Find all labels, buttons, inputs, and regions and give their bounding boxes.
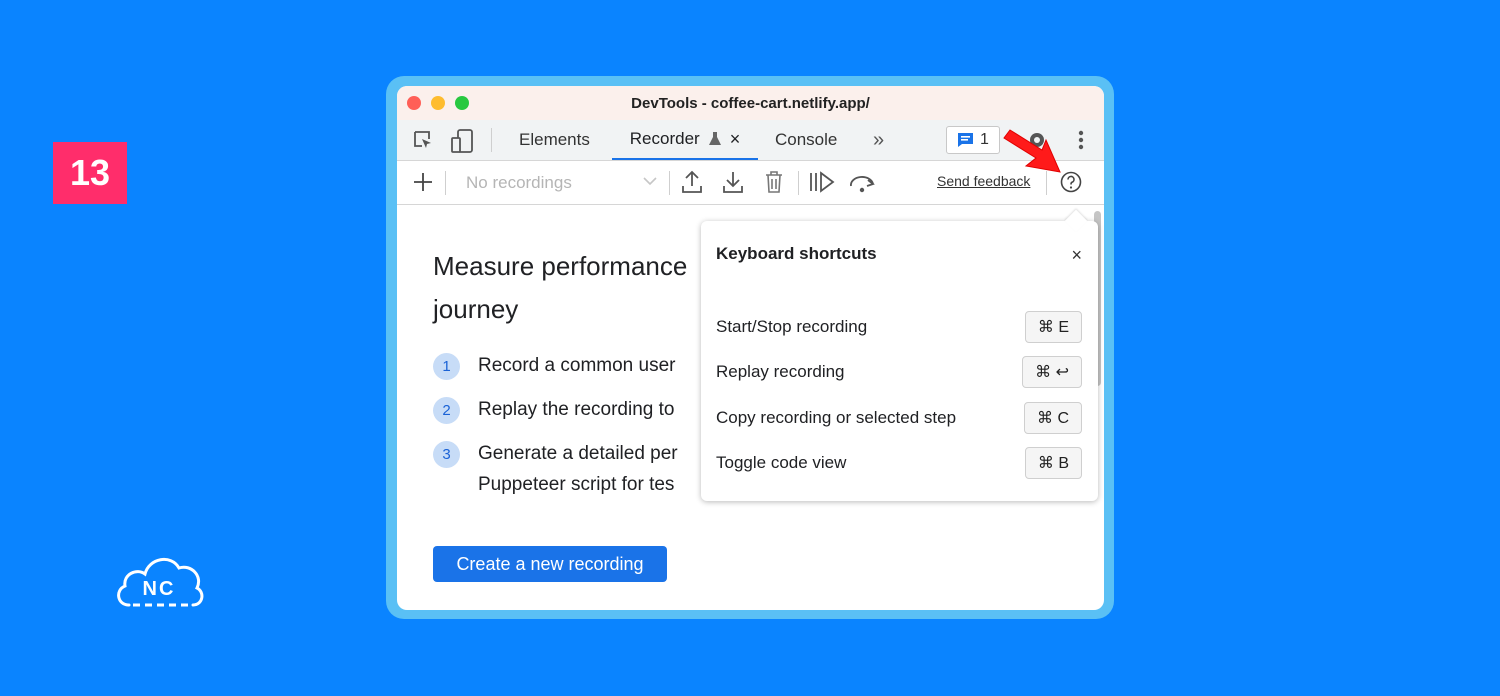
step-text: Generate a detailed per <box>478 443 678 464</box>
tab-elements-label: Elements <box>519 130 590 149</box>
chat-issues-icon <box>958 133 974 147</box>
shortcut-label: Toggle code view <box>716 453 847 472</box>
issues-count: 1 <box>980 131 989 148</box>
step-text: Record a common user <box>478 355 676 376</box>
annotation-arrow-icon <box>1003 129 1061 173</box>
close-window-button[interactable] <box>407 96 421 110</box>
shortcut-row: Copy recording or selected step ⌘ C <box>716 402 1082 434</box>
issues-button[interactable]: 1 <box>946 126 1000 154</box>
shortcut-keys: ⌘ E <box>1024 311 1082 343</box>
step-number: 3 <box>433 441 460 468</box>
maximize-window-button[interactable] <box>455 96 469 110</box>
add-recording-icon[interactable] <box>413 172 433 192</box>
shortcut-row: Toggle code view ⌘ B <box>716 447 1082 479</box>
export-upload-icon[interactable] <box>681 170 703 194</box>
tab-console-label: Console <box>775 130 838 149</box>
minimize-window-button[interactable] <box>431 96 445 110</box>
shortcut-keys: ⌘ B <box>1024 447 1082 479</box>
heading-line-2: journey <box>433 294 519 324</box>
traffic-lights <box>407 96 469 110</box>
tab-elements[interactable]: Elements <box>519 120 590 160</box>
create-recording-button[interactable]: Create a new recording <box>433 546 667 582</box>
replay-play-icon[interactable] <box>809 171 835 193</box>
slide-number-badge: 13 <box>53 142 127 204</box>
close-tab-icon[interactable]: × <box>730 129 741 150</box>
nc-cloud-logo: NC <box>117 558 204 607</box>
delete-trash-icon[interactable] <box>764 170 784 194</box>
recordings-select[interactable]: No recordings <box>466 173 572 193</box>
step-number: 1 <box>433 353 460 380</box>
step-over-icon[interactable] <box>848 172 878 194</box>
chevron-down-icon <box>643 177 657 186</box>
recordings-select-value: No recordings <box>466 173 572 192</box>
inspect-element-icon[interactable] <box>411 128 435 152</box>
step-text-line-2: Puppeteer script for tes <box>478 474 675 495</box>
shortcut-label: Replay recording <box>716 362 845 381</box>
more-tabs-icon: » <box>873 128 885 151</box>
close-icon[interactable]: × <box>1071 245 1082 266</box>
title-bar: DevTools - coffee-cart.netlify.app/ <box>397 86 1104 120</box>
shortcut-label: Copy recording or selected step <box>716 408 957 427</box>
logo-text: NC <box>143 578 176 600</box>
experiment-flask-icon <box>708 132 721 145</box>
more-tabs-button[interactable]: » <box>873 120 884 160</box>
shortcut-keys: ⌘ C <box>1024 402 1082 434</box>
step-text: Replay the recording to <box>478 399 675 420</box>
window-title: DevTools - coffee-cart.netlify.app/ <box>631 94 870 112</box>
shortcut-keys: ⌘ ↩ <box>1022 356 1082 388</box>
tab-recorder[interactable]: Recorder × <box>612 120 758 160</box>
keyboard-shortcuts-dialog: Keyboard shortcuts × Start/Stop recordin… <box>701 209 1098 501</box>
step-number: 2 <box>433 397 460 424</box>
recorder-toolbar: No recordings Send feedback <box>397 161 1104 205</box>
tab-recorder-label: Recorder <box>629 129 700 148</box>
heading-line-1: Measure performance <box>433 251 688 281</box>
shortcut-row: Start/Stop recording ⌘ E <box>716 311 1082 343</box>
dialog-title: Keyboard shortcuts <box>716 244 877 263</box>
tab-console[interactable]: Console <box>775 120 837 160</box>
shortcut-label: Start/Stop recording <box>716 317 868 336</box>
shortcut-row: Replay recording ⌘ ↩ <box>716 356 1082 388</box>
devtools-tab-bar: Elements Recorder × Console » 1 <box>397 120 1104 161</box>
more-options-kebab-icon[interactable] <box>1075 128 1087 152</box>
landing-heading: Measure performance journey <box>433 245 687 331</box>
import-download-icon[interactable] <box>722 170 744 194</box>
device-toolbar-icon[interactable] <box>449 128 475 154</box>
